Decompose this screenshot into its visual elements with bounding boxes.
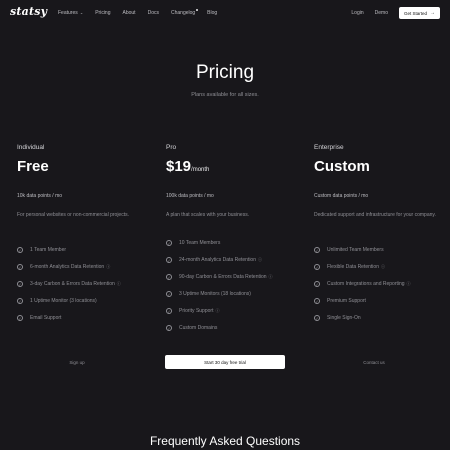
nav-actions: Login Demo Get Started → bbox=[351, 7, 440, 19]
start-trial-button[interactable]: Start 30 day free trial bbox=[165, 355, 285, 369]
nav-link-features[interactable]: Features ⌄ bbox=[58, 10, 83, 16]
plan-name: Pro bbox=[166, 144, 177, 151]
feature-label: 6-month Analytics Data Retention bbox=[30, 264, 105, 270]
feature-label: 1 Uptime Monitor (3 locations) bbox=[30, 298, 97, 304]
feature-item: ✓ 6-month Analytics Data Retention ⓘ bbox=[17, 264, 110, 270]
feature-item: ✓ 3 Uptime Monitors (18 locations) bbox=[166, 291, 251, 297]
info-icon[interactable]: ⓘ bbox=[106, 264, 110, 270]
get-started-label: Get Started bbox=[403, 10, 427, 16]
feature-label: Email Support bbox=[30, 315, 62, 321]
feature-item: ✓ 24-month Analytics Data Retention ⓘ bbox=[166, 257, 262, 263]
plan-price: $19/month bbox=[166, 158, 291, 175]
check-circle-icon: ✓ bbox=[166, 308, 172, 314]
feature-item: ✓ Custom Domains bbox=[166, 325, 217, 331]
nav-link-label: Changelog bbox=[170, 10, 196, 16]
feature-label: 90-day Carbon & Errors Data Retention bbox=[179, 274, 267, 280]
nav-link-blog[interactable]: Blog bbox=[207, 10, 217, 16]
nav-link-pricing[interactable]: Pricing bbox=[95, 10, 110, 16]
get-started-button[interactable]: Get Started → bbox=[398, 7, 440, 19]
feature-label: Flexible Data Retention bbox=[327, 264, 379, 270]
feature-item: ✓ Single Sign-On bbox=[314, 315, 361, 321]
feature-item: ✓ 10 Team Members bbox=[166, 240, 220, 246]
feature-label: Unlimited Team Members bbox=[327, 247, 384, 253]
feature-item: ✓ Email Support bbox=[17, 315, 61, 321]
arrow-right-icon: → bbox=[430, 10, 435, 16]
plan-quota: 10k data points / mo bbox=[17, 193, 63, 199]
plan-description: A plan that scales with your business. bbox=[166, 212, 250, 218]
plan-quota: 100k data points / mo bbox=[166, 193, 214, 199]
info-icon[interactable]: ⓘ bbox=[407, 281, 411, 287]
check-circle-icon: ✓ bbox=[314, 315, 320, 321]
demo-link[interactable]: Demo bbox=[375, 10, 388, 16]
feature-label: Custom Domains bbox=[179, 325, 218, 331]
nav-link-docs[interactable]: Docs bbox=[148, 10, 159, 16]
check-circle-icon: ✓ bbox=[314, 281, 320, 287]
check-circle-icon: ✓ bbox=[166, 240, 172, 246]
contact-us-button[interactable]: Contact us bbox=[314, 355, 434, 369]
feature-label: 3-day Carbon & Errors Data Retention bbox=[30, 281, 115, 287]
new-indicator-dot bbox=[196, 9, 199, 11]
check-circle-icon: ✓ bbox=[17, 298, 23, 304]
logo[interactable]: statsy bbox=[10, 5, 47, 18]
plan-card-enterprise: Enterprise Custom Custom data points / m… bbox=[314, 144, 439, 365]
faq-heading: Frequently Asked Questions bbox=[149, 434, 301, 448]
nav-link-label: Features bbox=[58, 10, 78, 16]
plan-name: Enterprise bbox=[314, 144, 344, 151]
feature-item: ✓ Unlimited Team Members bbox=[314, 247, 384, 253]
check-circle-icon: ✓ bbox=[17, 264, 23, 270]
feature-item: ✓ 90-day Carbon & Errors Data Retention ⓘ bbox=[166, 274, 273, 280]
check-circle-icon: ✓ bbox=[166, 274, 172, 280]
check-circle-icon: ✓ bbox=[166, 257, 172, 263]
info-icon[interactable]: ⓘ bbox=[258, 257, 262, 263]
chevron-down-icon: ⌄ bbox=[78, 10, 84, 15]
check-circle-icon: ✓ bbox=[17, 315, 23, 321]
page-subtitle: Plans available for all sizes. bbox=[191, 92, 259, 98]
price-value: Free bbox=[17, 158, 49, 175]
feature-label: Single Sign-On bbox=[327, 315, 361, 321]
plan-quota: Custom data points / mo bbox=[314, 193, 369, 199]
check-circle-icon: ✓ bbox=[166, 291, 172, 297]
feature-label: 24-month Analytics Data Retention bbox=[179, 257, 256, 263]
login-link[interactable]: Login bbox=[351, 10, 363, 16]
feature-item: ✓ Priority Support ⓘ bbox=[166, 308, 219, 314]
plan-price: Free bbox=[17, 158, 142, 175]
plan-card-pro: Pro $19/month 100k data points / mo A pl… bbox=[165, 144, 291, 369]
sign-up-button[interactable]: Sign up bbox=[17, 355, 137, 369]
feature-label: Priority Support bbox=[179, 308, 214, 314]
feature-item: ✓ Flexible Data Retention ⓘ bbox=[314, 264, 385, 270]
feature-item: ✓ 1 Team Member bbox=[17, 247, 66, 253]
info-icon[interactable]: ⓘ bbox=[269, 274, 273, 280]
feature-label: 1 Team Member bbox=[30, 247, 67, 253]
check-circle-icon: ✓ bbox=[314, 298, 320, 304]
feature-item: ✓ Custom Integrations and Reporting ⓘ bbox=[314, 281, 411, 287]
feature-item: ✓ 1 Uptime Monitor (3 locations) bbox=[17, 298, 97, 304]
feature-label: 10 Team Members bbox=[179, 240, 221, 246]
info-icon[interactable]: ⓘ bbox=[381, 264, 385, 270]
feature-item: ✓ Premium Support bbox=[314, 298, 366, 304]
plan-price: Custom bbox=[314, 158, 439, 175]
page-title: Pricing bbox=[195, 62, 255, 83]
plan-description: Dedicated support and infrastructure for… bbox=[314, 212, 436, 218]
plan-name: Individual bbox=[17, 144, 45, 151]
feature-item: ✓ 3-day Carbon & Errors Data Retention ⓘ bbox=[17, 281, 121, 287]
top-nav: statsy Features ⌄ Pricing About Docs Cha… bbox=[0, 0, 450, 26]
feature-label: Custom Integrations and Reporting bbox=[327, 281, 405, 287]
price-value: Custom bbox=[314, 158, 370, 175]
info-icon[interactable]: ⓘ bbox=[215, 308, 219, 314]
check-circle-icon: ✓ bbox=[314, 247, 320, 253]
nav-link-changelog[interactable]: Changelog bbox=[170, 9, 199, 16]
check-circle-icon: ✓ bbox=[17, 247, 23, 253]
nav-link-about[interactable]: About bbox=[123, 10, 136, 16]
nav-links: Features ⌄ Pricing About Docs Changelog … bbox=[58, 9, 229, 16]
plan-card-individual: Individual Free 10k data points / mo For… bbox=[17, 144, 142, 365]
feature-label: 3 Uptime Monitors (18 locations) bbox=[179, 291, 251, 297]
check-circle-icon: ✓ bbox=[17, 281, 23, 287]
feature-label: Premium Support bbox=[327, 298, 366, 304]
price-value: $19 bbox=[166, 158, 192, 175]
check-circle-icon: ✓ bbox=[166, 325, 172, 331]
check-circle-icon: ✓ bbox=[314, 264, 320, 270]
price-suffix: /month bbox=[191, 167, 210, 173]
plan-description: For personal websites or non-commercial … bbox=[17, 212, 129, 218]
info-icon[interactable]: ⓘ bbox=[117, 281, 121, 287]
